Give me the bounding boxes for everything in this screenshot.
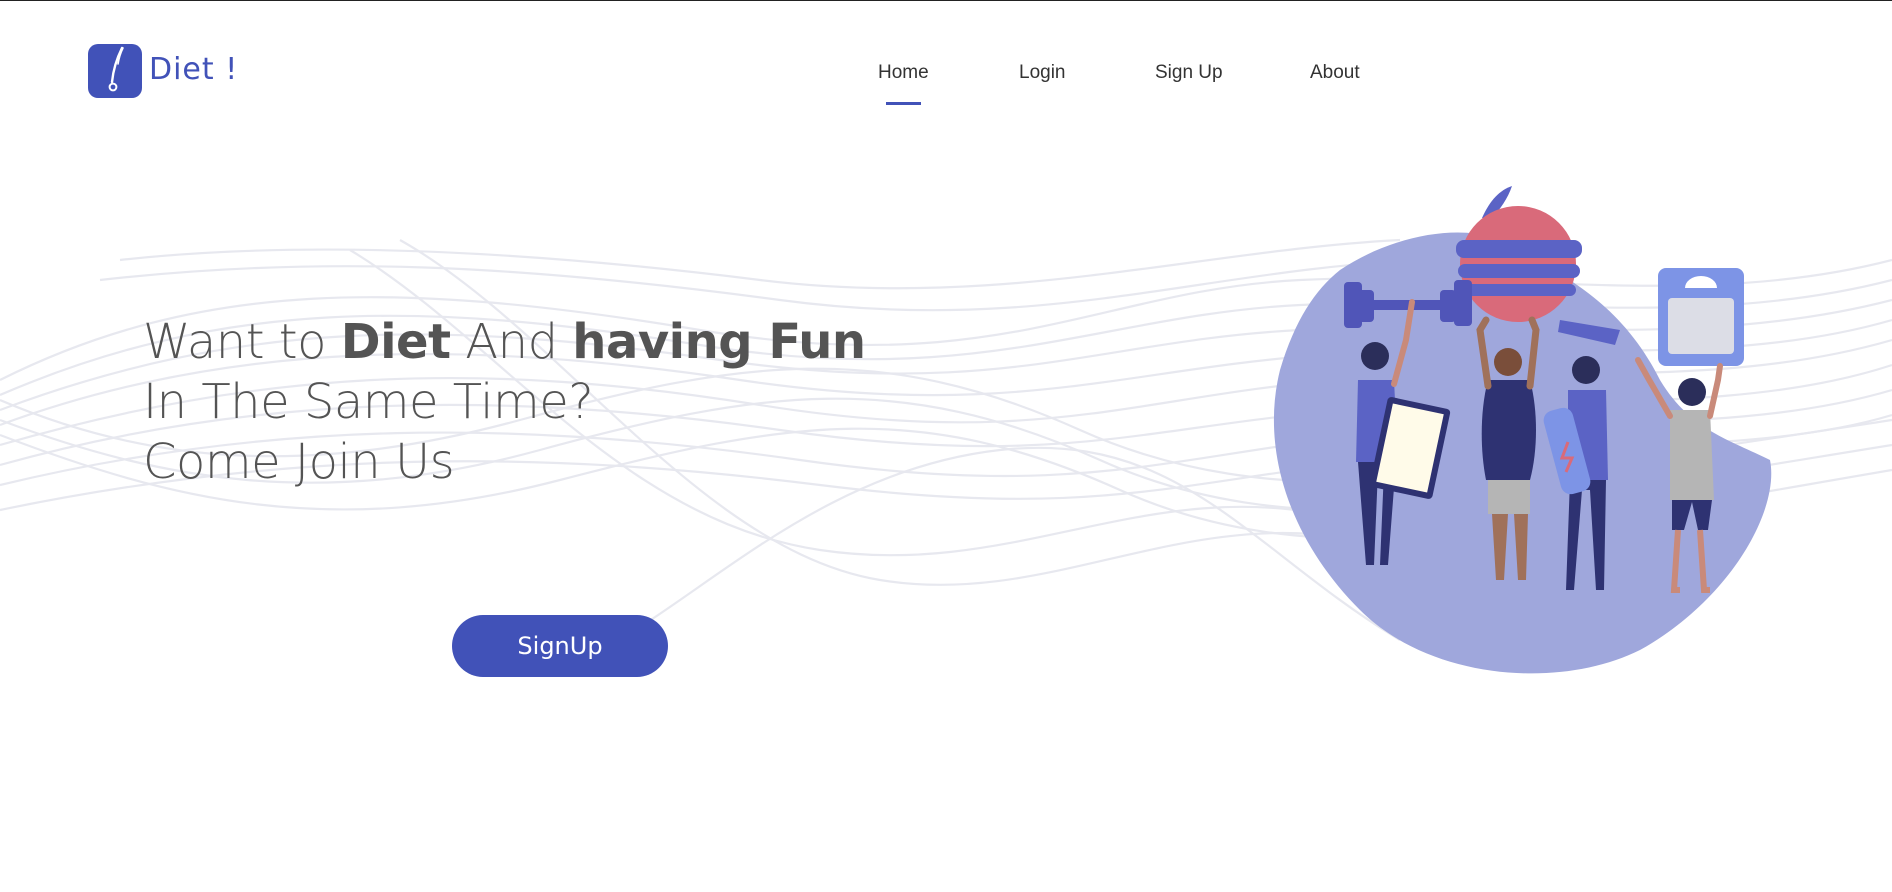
hero-heading: Want to Diet And having Fun In The Same … — [143, 312, 866, 492]
hero-line-1: Want to Diet And having Fun — [143, 312, 866, 372]
hero-text-part: And — [450, 314, 573, 370]
signup-button[interactable]: SignUp — [452, 615, 668, 677]
nav-login-label: Login — [1019, 62, 1066, 83]
nav-home-label: Home — [878, 62, 929, 83]
hero-emphasis-diet: Diet — [340, 314, 451, 370]
nav-signup[interactable]: Sign Up — [1155, 62, 1223, 84]
main-nav: Home Login Sign Up About — [0, 62, 1892, 112]
nav-login[interactable]: Login — [1019, 62, 1066, 84]
nav-about-label: About — [1310, 62, 1360, 83]
fitness-people-illustration — [1273, 186, 1772, 674]
hero-text-part: Want to — [143, 314, 341, 370]
hero-line-2: In The Same Time? — [143, 374, 594, 430]
nav-about[interactable]: About — [1310, 62, 1360, 84]
hero-line-3: Come Join Us — [143, 434, 455, 490]
top-border — [0, 0, 1892, 1]
nav-signup-label: Sign Up — [1155, 62, 1223, 83]
hero-emphasis-fun: having Fun — [572, 314, 866, 370]
active-nav-indicator — [886, 102, 921, 105]
nav-home[interactable]: Home — [878, 62, 929, 105]
